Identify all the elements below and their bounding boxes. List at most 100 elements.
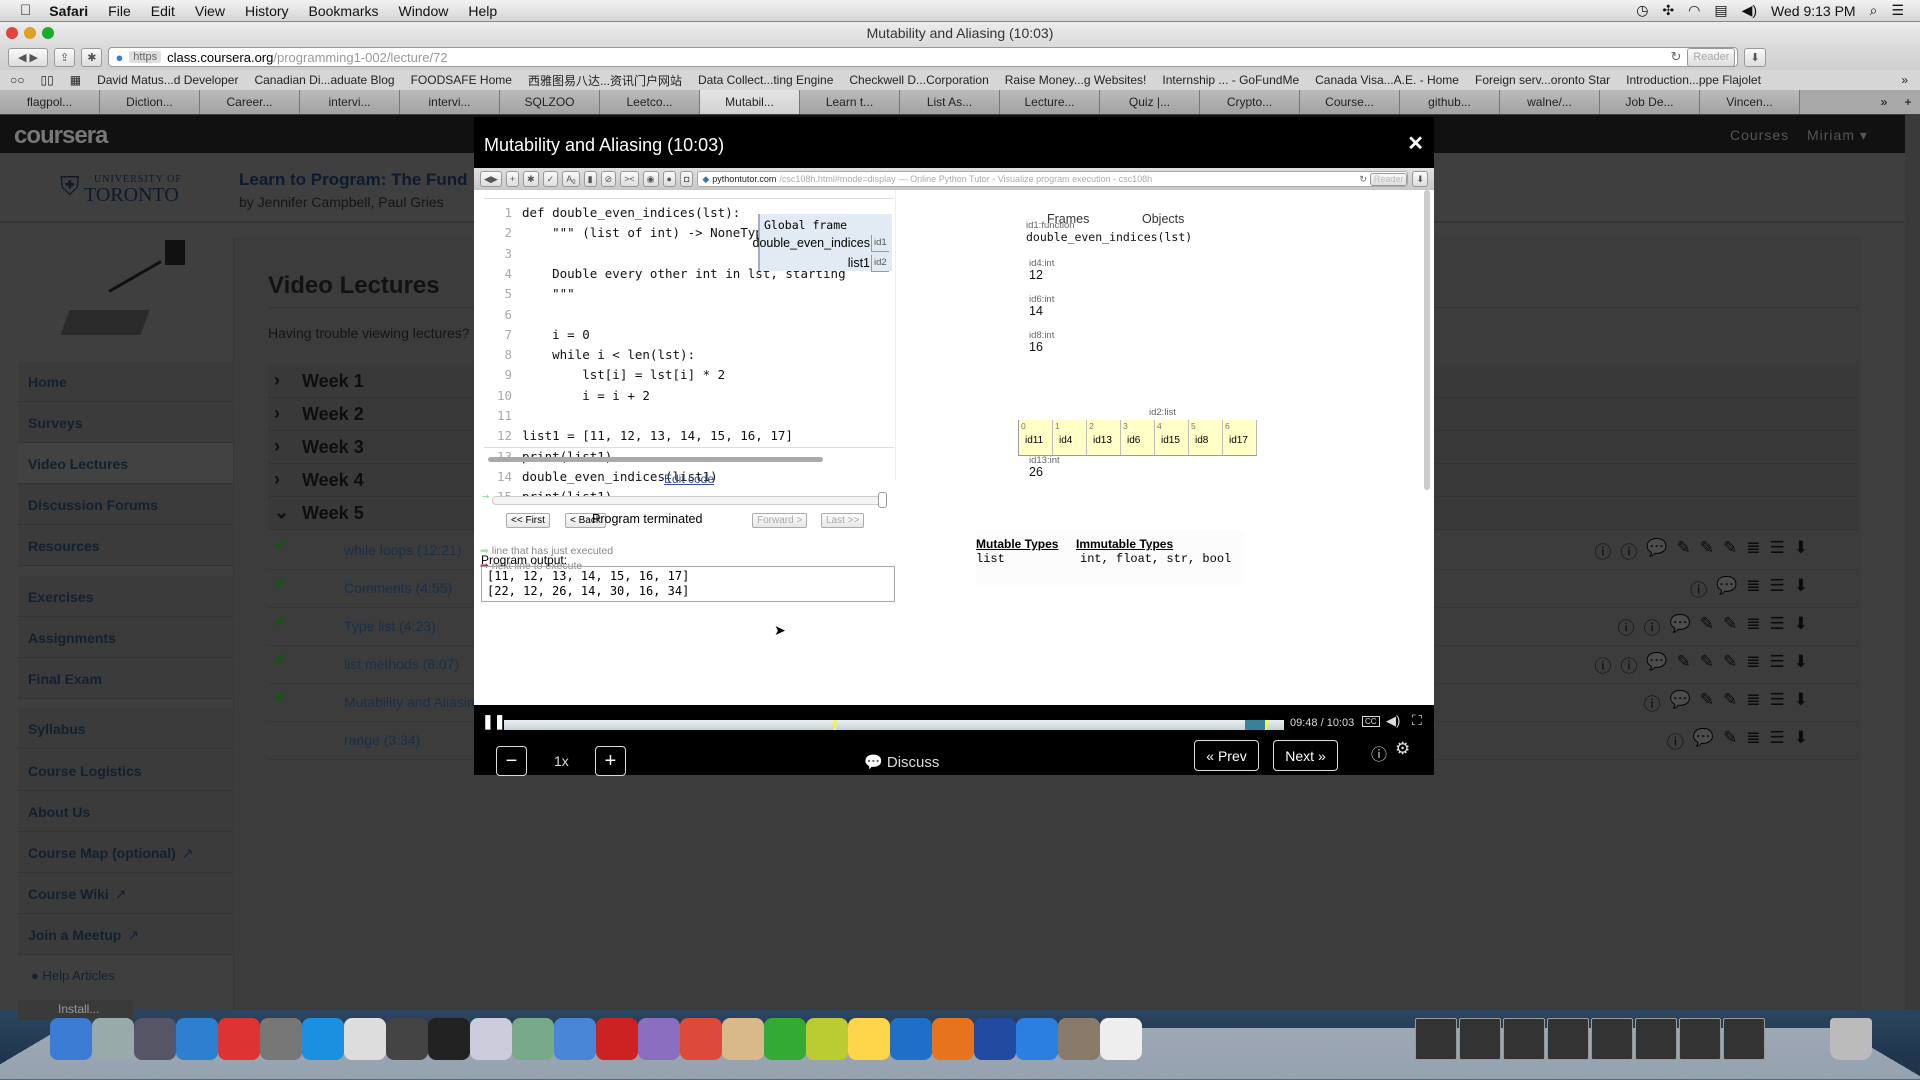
dock-app-icon[interactable] <box>890 1018 932 1060</box>
dock-app-icon[interactable] <box>428 1018 470 1060</box>
tab-item[interactable]: SQLZOO <box>500 90 600 114</box>
tab-item[interactable]: Mutabil... <box>700 90 800 114</box>
quiz-icon[interactable]: ✎ <box>1700 690 1714 715</box>
dock-app-icon[interactable] <box>848 1018 890 1060</box>
sidebar-item[interactable]: Resources <box>18 525 233 566</box>
sidebar-item[interactable]: Course Map (optional) ↗ <box>18 832 233 873</box>
time-machine-icon[interactable]: ◷ <box>1636 2 1648 19</box>
quiz-icon[interactable]: ✎ <box>1723 728 1737 753</box>
quiz-icon[interactable]: ✎ <box>1723 614 1737 639</box>
prev-button[interactable]: « Prev <box>1194 740 1259 771</box>
minimize-window-icon[interactable] <box>24 27 36 39</box>
discussion-icon[interactable]: 💬 <box>1646 652 1667 677</box>
menu-view[interactable]: View <box>185 3 235 19</box>
clock[interactable]: Wed 9:13 PM <box>1771 3 1856 19</box>
dock-window-thumbnail[interactable] <box>1547 1018 1589 1060</box>
spotlight-icon[interactable]: ⌕ <box>1870 2 1878 19</box>
video-progress-bar[interactable] <box>504 720 1284 730</box>
nav-courses[interactable]: Courses <box>1730 127 1789 143</box>
dock-window-thumbnail[interactable] <box>1635 1018 1677 1060</box>
bookmark-item[interactable]: Canadian Di...aduate Blog <box>254 73 394 87</box>
slides-icon[interactable]: ≣ <box>1746 614 1760 639</box>
info-icon[interactable]: ⓘ <box>1644 614 1661 639</box>
captions-button[interactable]: CC <box>1362 716 1380 727</box>
sidebar-item[interactable]: Discussion Forums <box>18 484 233 525</box>
dock-app-icon[interactable] <box>764 1018 806 1060</box>
bookmarks-icon[interactable]: ▯▯ <box>41 73 54 87</box>
sidebar-item[interactable]: Syllabus <box>18 708 233 749</box>
dock-app-icon[interactable] <box>386 1018 428 1060</box>
reload-icon[interactable]: ↻ <box>1670 49 1681 65</box>
menu-edit[interactable]: Edit <box>141 3 185 19</box>
tab-item[interactable]: Learn t... <box>800 90 900 114</box>
dock-app-icon[interactable] <box>260 1018 302 1060</box>
apple-icon[interactable]:  <box>0 2 39 19</box>
quiz-icon[interactable]: ✎ <box>1677 538 1691 563</box>
tab-item[interactable]: List As... <box>900 90 1000 114</box>
dock-window-thumbnail[interactable] <box>1679 1018 1721 1060</box>
trash-icon[interactable] <box>1830 1018 1872 1060</box>
zoom-window-icon[interactable] <box>42 27 54 39</box>
sidebar-item[interactable]: Surveys <box>18 402 233 443</box>
discussion-icon[interactable]: 💬 <box>1693 728 1714 753</box>
slower-button[interactable]: − <box>496 746 527 776</box>
sidebar-item[interactable]: Video Lectures <box>18 443 233 484</box>
sidebar-item[interactable]: Assignments <box>18 617 233 658</box>
wifi-icon[interactable]: ◠ <box>1688 2 1700 19</box>
dock-app-icon[interactable] <box>722 1018 764 1060</box>
top-sites-icon[interactable]: ▦ <box>70 73 81 87</box>
menu-help[interactable]: Help <box>458 3 507 19</box>
slides-icon[interactable]: ≣ <box>1746 576 1760 601</box>
course-title[interactable]: Learn to Program: The Fund <box>239 170 468 190</box>
dock-app-icon[interactable] <box>512 1018 554 1060</box>
quiz-icon[interactable]: ✎ <box>1700 652 1714 677</box>
menu-bookmarks[interactable]: Bookmarks <box>299 3 389 19</box>
tab-item[interactable]: flagpol... <box>0 90 100 114</box>
dock-app-icon[interactable] <box>932 1018 974 1060</box>
back-forward-button[interactable]: ◀ ▶ <box>8 47 48 67</box>
sidebar-item[interactable]: Course Wiki ↗ <box>18 873 233 914</box>
share-icon[interactable]: ⇪ <box>54 47 76 67</box>
sidebar-item[interactable]: Home <box>18 361 233 402</box>
dock-app-icon[interactable] <box>596 1018 638 1060</box>
download-icon[interactable]: ⬇ <box>1794 728 1808 753</box>
installer-item[interactable]: Install... <box>18 1000 133 1020</box>
tab-item[interactable]: Career... <box>200 90 300 114</box>
dock-app-icon[interactable] <box>344 1018 386 1060</box>
lecture-link[interactable]: Type list (4:23) <box>344 618 436 634</box>
lecture-link[interactable]: while loops (12:21) <box>344 542 462 558</box>
dock-app-icon[interactable] <box>176 1018 218 1060</box>
dock-app-icon[interactable] <box>638 1018 680 1060</box>
dock-app-icon[interactable] <box>302 1018 344 1060</box>
info-icon[interactable]: ⓘ <box>1644 690 1661 715</box>
bookmark-item[interactable]: FOODSAFE Home <box>411 73 512 87</box>
volume-button[interactable]: ◀) <box>1386 713 1400 729</box>
tab-item[interactable]: Job De... <box>1600 90 1700 114</box>
list-icon[interactable]: ☰ <box>1770 652 1785 677</box>
fullscreen-button[interactable]: ⛶ <box>1412 712 1422 729</box>
bookmark-item[interactable]: Introduction...ppe Flajolet <box>1626 73 1761 87</box>
discuss-button[interactable]: 💬 Discuss <box>864 753 939 771</box>
dock-app-icon[interactable] <box>554 1018 596 1060</box>
pause-button[interactable]: ❚❚ <box>482 713 505 730</box>
lecture-link[interactable]: range (3:34) <box>344 732 420 748</box>
info-icon[interactable]: ⓘ <box>1667 728 1684 753</box>
tab-item[interactable]: intervi... <box>300 90 400 114</box>
list-icon[interactable]: ☰ <box>1770 728 1785 753</box>
sidebar-item[interactable]: Final Exam <box>18 658 233 699</box>
settings-icon[interactable]: ⚙ <box>1395 739 1410 759</box>
lecture-link[interactable]: list methods (8:07) <box>344 656 459 672</box>
dock-app-icon[interactable] <box>806 1018 848 1060</box>
dock-window-thumbnail[interactable] <box>1723 1018 1765 1060</box>
new-tab-button[interactable]: + <box>1896 90 1920 114</box>
bookmark-item[interactable]: 西雅图易八达...资讯门户网站 <box>528 72 682 89</box>
sidebar-item[interactable]: Exercises <box>18 576 233 617</box>
sidebar-item[interactable]: Join a Meetup ↗ <box>18 914 233 955</box>
dock-app-icon[interactable] <box>470 1018 512 1060</box>
dock-app-icon[interactable] <box>1100 1018 1142 1060</box>
tab-item[interactable]: github... <box>1400 90 1500 114</box>
volume-icon[interactable]: ◀) <box>1742 2 1757 19</box>
coursera-logo[interactable]: coursera <box>14 122 108 150</box>
bookmark-item[interactable]: Checkwell D...Corporation <box>849 73 988 87</box>
discussion-icon[interactable]: 💬 <box>1646 538 1667 563</box>
